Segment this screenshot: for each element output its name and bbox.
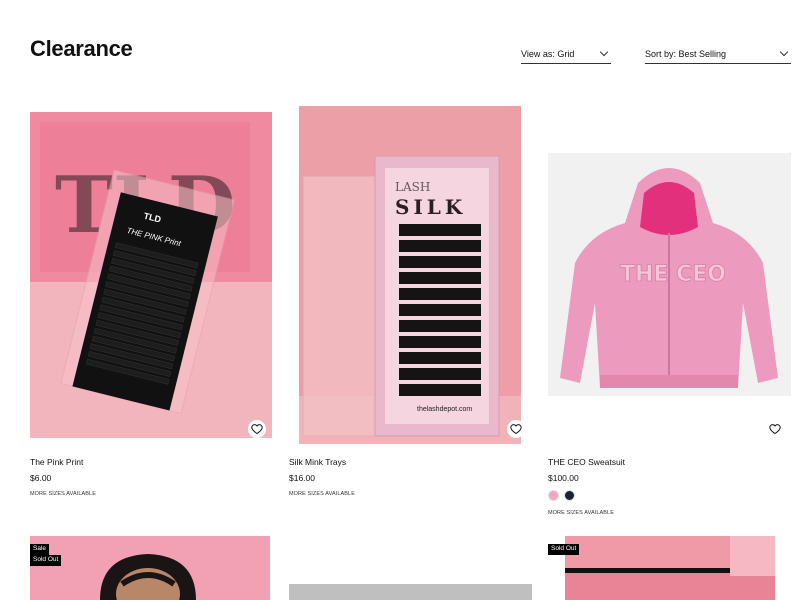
sold-out-badge: Sold Out — [548, 544, 580, 555]
color-swatch-black[interactable] — [564, 490, 575, 501]
heart-icon — [251, 424, 263, 435]
more-sizes-label: MORE SIZES AVAILABLE — [548, 510, 614, 516]
sale-badge: Sale — [30, 544, 50, 555]
product-image-row2-1[interactable] — [30, 536, 270, 600]
wishlist-heart-button[interactable] — [248, 420, 266, 438]
chevron-down-icon — [599, 47, 609, 56]
product-image-row2-2[interactable] — [289, 584, 532, 600]
product-title[interactable]: Silk Mink Trays — [289, 457, 346, 467]
product-image-pink-print[interactable]: TLD TLD THE PINK Print — [30, 112, 272, 438]
silk-mink-photo: LASH SILK thelashdepot.com — [299, 106, 521, 444]
wishlist-heart-button[interactable] — [766, 420, 784, 438]
product-title[interactable]: The Pink Print — [30, 457, 83, 467]
product-price: $100.00 — [548, 473, 579, 483]
page-title: Clearance — [30, 36, 133, 61]
view-as-label: View as: Grid — [521, 48, 575, 59]
pink-product-photo — [565, 536, 775, 600]
sort-by-label: Sort by: Best Selling — [645, 48, 727, 59]
product-image-ceo-sweatsuit[interactable]: THE CEO — [548, 153, 791, 396]
view-as-select[interactable]: View as: Grid — [521, 44, 611, 64]
product-image-silk-mink-trays[interactable]: LASH SILK thelashdepot.com — [299, 106, 521, 444]
product-price: $6.00 — [30, 473, 52, 483]
svg-text:SILK: SILK — [395, 195, 466, 219]
more-sizes-label: MORE SIZES AVAILABLE — [289, 491, 355, 497]
svg-text:thelashdepot.com: thelashdepot.com — [417, 406, 472, 413]
pink-print-photo: TLD TLD THE PINK Print — [30, 112, 272, 438]
svg-text:LASH: LASH — [395, 180, 430, 194]
sort-by-select[interactable]: Sort by: Best Selling — [645, 44, 791, 64]
model-photo — [30, 536, 270, 600]
wishlist-heart-button[interactable] — [507, 420, 525, 438]
svg-text:THE CEO: THE CEO — [620, 262, 726, 287]
heart-icon — [510, 424, 522, 435]
more-sizes-label: MORE SIZES AVAILABLE — [30, 491, 96, 497]
chevron-down-icon — [779, 47, 789, 56]
product-price: $16.00 — [289, 473, 315, 483]
sold-out-badge: Sold Out — [30, 555, 62, 566]
heart-icon — [769, 424, 781, 435]
ceo-hoodie-photo: THE CEO — [548, 153, 791, 396]
color-swatch-pink[interactable] — [548, 490, 559, 501]
product-title[interactable]: THE CEO Sweatsuit — [548, 457, 625, 467]
product-image-row2-3[interactable] — [565, 536, 775, 600]
